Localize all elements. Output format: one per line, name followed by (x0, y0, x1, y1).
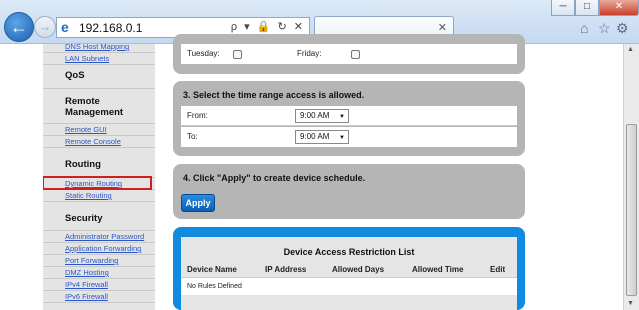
sidebar-link-ipv4-firewall[interactable]: IPv4 Firewall (43, 279, 155, 291)
restriction-list-title: Device Access Restriction List (283, 247, 415, 257)
days-row: Tuesday: Friday: (181, 44, 517, 64)
sidebar-link-lan-subnets[interactable]: LAN Subnets (43, 53, 155, 65)
address-tools-icons[interactable]: ρ ▾ 🔒 ↻ ✕ (231, 20, 305, 33)
sidebar-link-dmz-hosting[interactable]: DMZ Hosting (43, 267, 155, 279)
main-content: Tuesday: Friday: 3. Select the time rang… (155, 34, 623, 310)
tools-gear-icon[interactable]: ⚙ (616, 20, 629, 37)
sidebar-link-ipv6-firewall[interactable]: IPv6 Firewall (43, 291, 155, 303)
restriction-list-panel: Device Access Restriction List Device Na… (173, 227, 525, 310)
apply-panel: 4. Click "Apply" to create device schedu… (173, 164, 525, 219)
from-time-value: 9:00 AM (300, 111, 330, 120)
sidebar-link-port-forwarding[interactable]: Port Forwarding (43, 255, 155, 267)
forward-button[interactable]: → (34, 16, 56, 38)
apply-instruction: 4. Click "Apply" to create device schedu… (183, 173, 366, 183)
restriction-list-table: Device Access Restriction List Device Na… (181, 237, 517, 310)
column-header-device-name: Device Name (187, 265, 237, 274)
friday-label: Friday: (297, 49, 322, 58)
to-time-value: 9:00 AM (300, 132, 330, 141)
settings-sidebar: DNS Host Mapping LAN Subnets QoS Remote … (43, 44, 155, 310)
close-window-button[interactable]: ✕ (599, 0, 639, 16)
sidebar-link-administrator-password[interactable]: Administrator Password (43, 231, 155, 243)
sidebar-heading-routing: Routing (65, 159, 101, 170)
sidebar-link-remote-gui[interactable]: Remote GUI (43, 124, 155, 136)
to-label: To: (187, 132, 198, 141)
sidebar-link-dns-host-mapping[interactable]: DNS Host Mapping (43, 44, 155, 53)
tuesday-checkbox[interactable] (233, 50, 242, 59)
from-row: From: 9:00 AM ▼ (181, 106, 517, 126)
home-icon[interactable]: ⌂ (580, 20, 588, 36)
time-range-title: 3. Select the time range access is allow… (183, 90, 365, 100)
scroll-down-icon[interactable]: ▼ (627, 300, 634, 307)
sidebar-link-remote-console[interactable]: Remote Console (43, 136, 155, 148)
minimize-button[interactable]: ─ (551, 0, 575, 16)
highlight-box (43, 176, 152, 190)
from-label: From: (187, 111, 208, 120)
forward-arrow-icon: → (38, 19, 52, 34)
to-row: To: 9:00 AM ▼ (181, 127, 517, 147)
ie-logo-icon: e (61, 19, 69, 35)
maximize-button[interactable]: □ (575, 0, 599, 16)
close-tab-icon[interactable]: ✕ (438, 21, 447, 34)
empty-list-message: No Rules Defined (181, 277, 517, 295)
column-header-edit: Edit (490, 265, 506, 274)
sidebar-divider (43, 88, 155, 89)
dropdown-arrow-icon: ▼ (339, 135, 345, 141)
address-url[interactable]: 192.168.0.1 (79, 21, 142, 35)
column-header-allowed-time: Allowed Time (412, 265, 464, 274)
back-arrow-icon: ← (10, 17, 28, 37)
scroll-up-icon[interactable]: ▲ (627, 46, 634, 53)
sidebar-heading-qos: QoS (65, 70, 85, 81)
back-button[interactable]: ← (4, 12, 34, 42)
to-time-select[interactable]: 9:00 AM ▼ (295, 130, 349, 144)
days-panel: Tuesday: Friday: (173, 34, 525, 74)
from-time-select[interactable]: 9:00 AM ▼ (295, 109, 349, 123)
tuesday-label: Tuesday: (187, 49, 220, 58)
sidebar-heading-remote-management: Remote Management (65, 96, 124, 118)
sidebar-link-static-routing[interactable]: Static Routing (43, 190, 155, 202)
scrollbar-thumb[interactable] (626, 124, 637, 296)
apply-button[interactable]: Apply (181, 194, 215, 212)
column-header-ip-address: IP Address (265, 265, 307, 274)
favorites-star-icon[interactable]: ☆ (598, 20, 611, 37)
vertical-scrollbar[interactable]: ▲ ▼ (623, 44, 639, 310)
sidebar-heading-security: Security (65, 213, 103, 224)
friday-checkbox[interactable] (351, 50, 360, 59)
column-header-allowed-days: Allowed Days (332, 265, 385, 274)
time-range-panel: 3. Select the time range access is allow… (173, 81, 525, 156)
sidebar-link-application-forwarding[interactable]: Application Forwarding (43, 243, 155, 255)
dropdown-arrow-icon: ▼ (339, 114, 345, 120)
